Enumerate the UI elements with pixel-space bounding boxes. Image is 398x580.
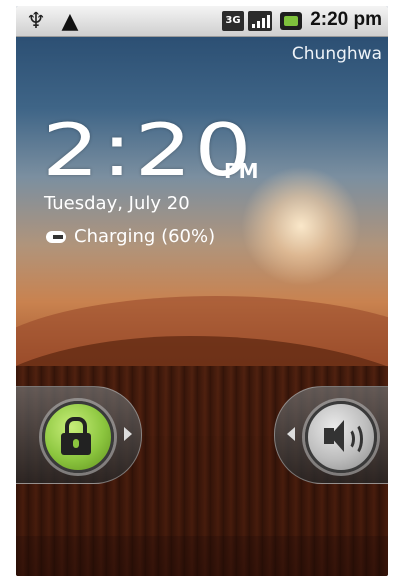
usb-icon: ♆ <box>26 8 46 34</box>
status-time: 2:20 pm <box>310 9 382 30</box>
charging-plug-icon <box>44 229 70 245</box>
wallpaper-sun <box>241 166 361 286</box>
charging-status: Charging (60%) <box>44 226 215 247</box>
warning-icon: ▲ <box>61 8 79 34</box>
sound-wave-large <box>344 422 363 456</box>
sound-slider-tab[interactable] <box>274 386 388 484</box>
battery-charging-icon <box>280 12 302 30</box>
carrier-label: Chunghwa <box>291 44 382 64</box>
lock-clock-time: 2:20 <box>42 110 252 190</box>
charging-text: Charging (60%) <box>74 226 216 247</box>
chevron-right-icon <box>124 427 132 441</box>
sound-icon[interactable] <box>305 401 377 473</box>
network-3g-icon: 3G <box>222 11 244 31</box>
lock-clock-ampm: PM <box>224 159 259 183</box>
signal-icon <box>248 11 272 31</box>
lock-screen: ♆ ▲ 3G 2:20 pm Chunghwa 2:20 PM Tuesday,… <box>16 6 388 576</box>
unlock-icon[interactable] <box>42 401 114 473</box>
chevron-left-icon <box>287 427 295 441</box>
lock-body <box>61 433 91 455</box>
lock-date: Tuesday, July 20 <box>44 193 190 214</box>
unlock-slider-tab[interactable] <box>16 386 142 484</box>
status-bar[interactable]: ♆ ▲ 3G 2:20 pm <box>16 6 388 37</box>
clock-digits: 2:20 <box>42 108 255 192</box>
